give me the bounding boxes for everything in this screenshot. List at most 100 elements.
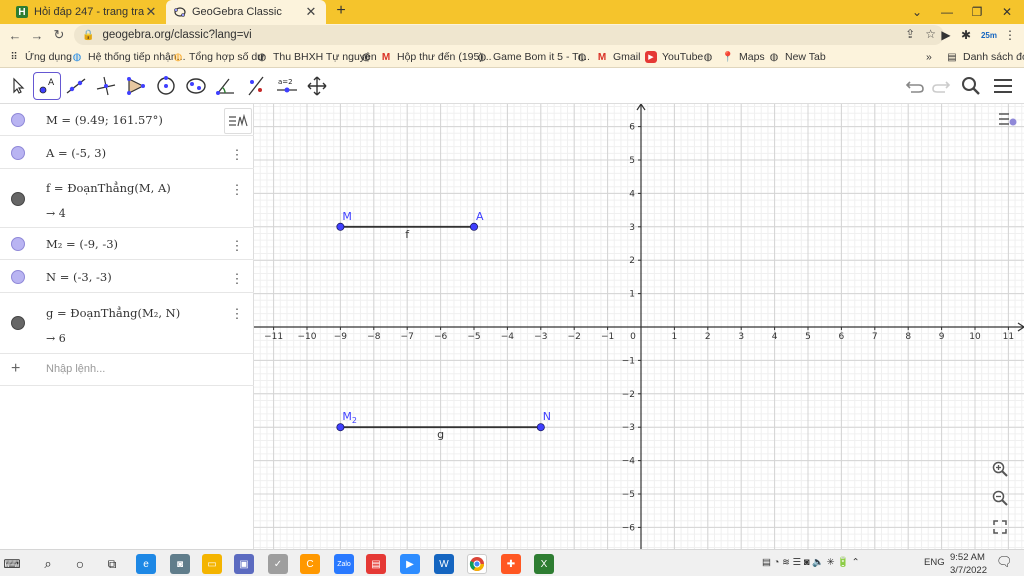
reload-icon[interactable]: ↻ — [50, 26, 68, 44]
zoom-out-button[interactable] — [989, 487, 1011, 509]
algebra-definition[interactable]: M = (9.49; 161.57°) — [46, 113, 163, 127]
close-window-icon[interactable]: ✕ — [992, 0, 1022, 24]
circle-center-point-tool[interactable] — [152, 72, 180, 100]
visibility-toggle-icon[interactable] — [11, 192, 25, 206]
row-more-icon[interactable]: ⋮ — [230, 272, 244, 285]
algebra-row-point-m[interactable]: M = (9.49; 161.57°) — [0, 104, 254, 136]
forward-icon[interactable]: → — [28, 26, 46, 44]
algebra-definition[interactable]: N = (-3, -3) — [46, 270, 112, 284]
minimize-icon[interactable]: — — [932, 0, 962, 24]
algebra-definition[interactable]: g = ĐoạnThẳng(M₂, N) — [46, 306, 180, 320]
graphics-canvas[interactable]: −11 −10 −9 −8 −7 −6 −5 −4 −3 −2 −1 0 1 2 3 4 5 6 7 8 9 10 11−6… — [254, 104, 1024, 549]
app-icon[interactable]: C — [300, 554, 320, 574]
main-menu-button[interactable] — [992, 76, 1014, 96]
search-button[interactable] — [960, 76, 982, 96]
app-icon[interactable]: ✚ — [501, 554, 521, 574]
bookmark-newtab[interactable]: ◍ New Tab — [768, 50, 826, 64]
extensions-puzzle-icon[interactable]: ✱ — [958, 26, 974, 44]
url-input[interactable]: 🔒 geogebra.org/classic?lang=vi ⇪ ☆ — [74, 25, 944, 45]
app-icon[interactable]: ▤ — [366, 554, 386, 574]
point-tool[interactable]: A — [33, 72, 61, 100]
bookmark-maps[interactable]: 📍 Maps — [722, 50, 765, 64]
bookmark-star-icon[interactable]: ☆ — [925, 27, 936, 41]
bookmark-item[interactable]: ◍ — [360, 50, 377, 64]
visibility-toggle-icon[interactable] — [11, 146, 25, 160]
bookmarks-more[interactable]: » — [926, 50, 932, 64]
chrome-icon[interactable] — [467, 554, 487, 574]
algebra-row-segment-g[interactable]: g = ĐoạnThẳng(M₂, N) → 6 ⋮ — [0, 293, 254, 354]
visibility-toggle-icon[interactable] — [11, 316, 25, 330]
edge-icon[interactable]: e — [136, 554, 156, 574]
extension-badge[interactable]: 25m — [978, 26, 1000, 44]
algebra-definition[interactable]: f = ĐoạnThẳng(M, A) — [46, 181, 171, 195]
bookmark-item[interactable]: M Hộp thư đến (195)... — [380, 50, 492, 64]
row-more-icon[interactable]: ⋮ — [230, 183, 244, 196]
algebra-input-placeholder[interactable]: Nhập lệnh... — [46, 363, 105, 375]
perpendicular-line-tool[interactable] — [92, 72, 120, 100]
row-more-icon[interactable]: ⋮ — [230, 307, 244, 320]
search-taskbar-icon[interactable]: ⌕ — [38, 554, 58, 574]
algebra-description-toggle[interactable] — [224, 108, 252, 134]
zoom-in-button[interactable] — [989, 458, 1011, 480]
keyboard-icon[interactable]: ⌨ — [2, 554, 22, 574]
ellipse-tool[interactable] — [182, 72, 210, 100]
graphics-view[interactable]: −11 −10 −9 −8 −7 −6 −5 −4 −3 −2 −1 0 1 2 3 4 5 6 7 8 9 10 11 −6… — [254, 104, 1024, 549]
bookmark-gmail[interactable]: M Gmail — [596, 50, 641, 64]
slider-tool[interactable]: a=2 — [273, 72, 301, 100]
bookmark-item[interactable]: ◍ Thu BHXH Tự nguyện — [256, 50, 377, 64]
notifications-icon[interactable]: 🗨 — [996, 554, 1013, 570]
share-icon[interactable]: ⇪ — [905, 27, 915, 41]
reading-list[interactable]: ▤ Danh sách đọc — [946, 50, 1024, 64]
row-more-icon[interactable]: ⋮ — [230, 239, 244, 252]
redo-button[interactable] — [930, 76, 952, 96]
new-tab-icon[interactable]: + — [332, 2, 350, 20]
bookmark-item[interactable]: ◍ — [702, 50, 719, 64]
add-icon[interactable]: + — [11, 360, 20, 378]
algebra-definition[interactable]: A = (-5, 3) — [46, 146, 106, 160]
tab-search-chevron-icon[interactable]: ⌄ — [902, 0, 932, 24]
app-icon[interactable]: ✓ — [268, 554, 288, 574]
word-icon[interactable]: W — [434, 554, 454, 574]
fullscreen-button[interactable] — [989, 516, 1011, 538]
store-icon[interactable]: ▣ — [234, 554, 254, 574]
extension-play-icon[interactable]: ▶ — [938, 26, 954, 44]
row-more-icon[interactable]: ⋮ — [230, 148, 244, 161]
algebra-input-row[interactable]: + Nhập lệnh... — [0, 354, 254, 386]
language-indicator[interactable]: ENG — [924, 557, 945, 568]
algebra-row-point-m2[interactable]: M₂ = (-9, -3) ⋮ — [0, 228, 254, 260]
visibility-toggle-icon[interactable] — [11, 237, 25, 251]
reflect-tool[interactable] — [242, 72, 270, 100]
system-tray-icons[interactable]: ▤ ◔ ≋ ☰ ◙ 🔈 ✳ 🔋 ⌃ — [762, 557, 860, 568]
close-tab-icon[interactable]: ✕ — [144, 4, 158, 20]
line-tool[interactable] — [62, 72, 90, 100]
excel-icon[interactable]: X — [534, 554, 554, 574]
bookmark-apps[interactable]: ⠿ Ứng dụng — [8, 50, 72, 64]
tab-hoidap[interactable]: H Hỏi đáp 247 - trang tra loi ✕ — [8, 0, 166, 24]
restore-icon[interactable]: ❐ — [962, 0, 992, 24]
bookmark-item[interactable]: ◍ Game Bom it 5 - Tr... — [476, 50, 590, 64]
bookmark-item[interactable]: ◍ Hệ thống tiếp nhận... — [71, 50, 186, 64]
angle-tool[interactable] — [212, 72, 240, 100]
file-explorer-icon[interactable]: ▭ — [202, 554, 222, 574]
camera-icon[interactable]: ◙ — [170, 554, 190, 574]
clock[interactable]: 9:52 AM 3/7/2022 — [950, 552, 987, 576]
algebra-definition[interactable]: M₂ = (-9, -3) — [46, 237, 118, 251]
visibility-toggle-icon[interactable] — [11, 270, 25, 284]
back-icon[interactable]: ← — [6, 26, 24, 44]
zalo-icon[interactable]: Zalo — [334, 554, 354, 574]
tab-geogebra[interactable]: GeoGebra Classic ✕ — [166, 0, 326, 24]
bookmark-item[interactable]: ◍ — [576, 50, 593, 64]
bookmark-item[interactable]: ◍ Tổng hợp số dư — [172, 50, 265, 64]
move-tool[interactable] — [4, 72, 32, 100]
polygon-tool[interactable] — [122, 72, 150, 100]
graphics-style-bar-toggle[interactable] — [996, 108, 1018, 130]
algebra-row-point-a[interactable]: A = (-5, 3) ⋮ — [0, 136, 254, 169]
task-view-icon[interactable]: ⧉ — [102, 554, 122, 574]
close-tab-icon[interactable]: ✕ — [304, 4, 318, 20]
zoom-app-icon[interactable]: ▶ — [400, 554, 420, 574]
move-graphics-view-tool[interactable] — [303, 72, 331, 100]
visibility-toggle-icon[interactable] — [11, 113, 25, 127]
algebra-row-segment-f[interactable]: f = ĐoạnThẳng(M, A) → 4 ⋮ — [0, 169, 254, 228]
cortana-icon[interactable]: ○ — [70, 554, 90, 574]
bookmark-youtube[interactable]: ▶ YouTube — [645, 50, 703, 64]
